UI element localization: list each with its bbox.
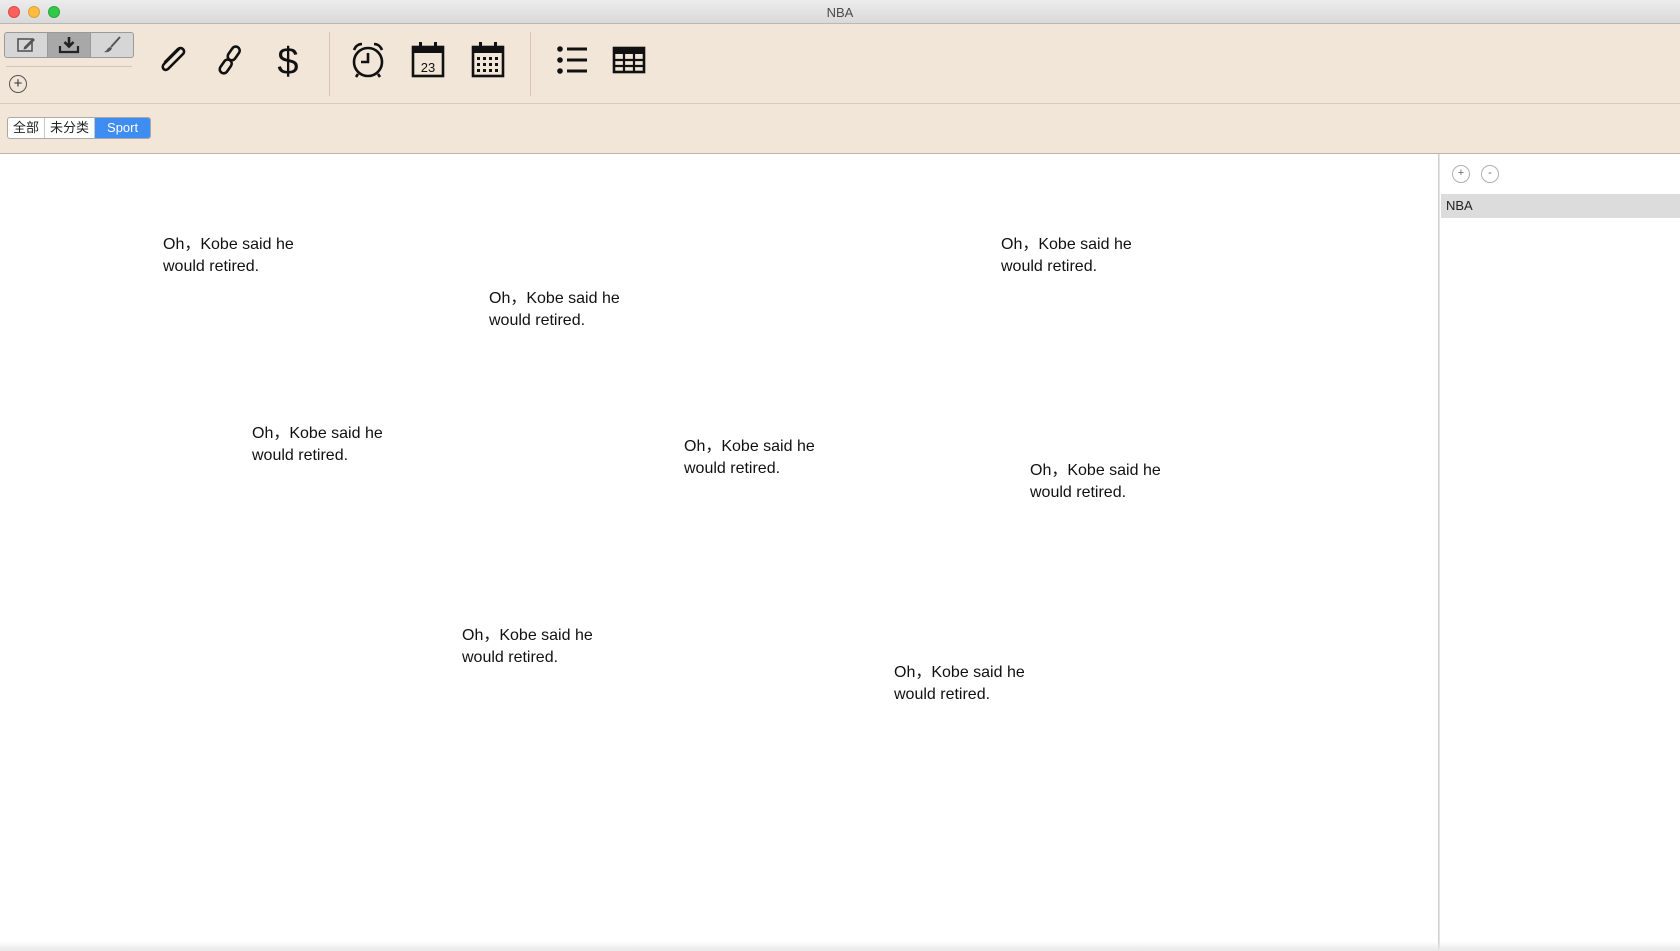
window-bottom-edge — [0, 941, 1680, 951]
note-text-line: Oh，Kobe said he — [163, 236, 294, 253]
note-text-line: Oh，Kobe said he — [684, 438, 815, 455]
window-title: NBA — [826, 5, 854, 20]
download-mode-button[interactable] — [48, 33, 91, 57]
alarm-clock-icon — [352, 42, 384, 78]
sticky-note[interactable]: Oh，Kobe said he would retired. — [1030, 460, 1200, 504]
tag-all[interactable]: 全部 — [8, 118, 46, 138]
insert-table-button[interactable] — [607, 38, 651, 82]
sticky-note[interactable]: Oh，Kobe said he would retired. — [684, 436, 854, 480]
table-icon — [612, 46, 646, 74]
note-text-line: Oh，Kobe said he — [1001, 236, 1132, 253]
brush-mode-button[interactable] — [91, 33, 133, 57]
insert-link-button[interactable] — [208, 38, 252, 82]
note-text-line: Oh，Kobe said he — [462, 627, 593, 644]
edit-icon — [17, 38, 35, 52]
dollar-icon: $ — [277, 41, 298, 80]
svg-text:$: $ — [277, 41, 298, 80]
note-text-line: would retired. — [489, 312, 586, 329]
set-reminder-button[interactable] — [346, 38, 390, 82]
note-text-line: would retired. — [894, 686, 991, 703]
calendar-month-icon — [471, 42, 505, 78]
sidebar-item-nba[interactable]: NBA — [1441, 194, 1680, 218]
note-text-line: would retired. — [462, 649, 559, 666]
tag-filter-bar: 全部 未分类 Sport — [0, 104, 1680, 154]
remove-notebook-button[interactable]: - — [1481, 165, 1499, 183]
note-text-line: Oh，Kobe said he — [894, 664, 1025, 681]
title-bar: NBA — [0, 0, 1680, 24]
download-icon — [58, 37, 80, 54]
toolbar-separator — [530, 32, 531, 96]
insert-price-button[interactable]: $ — [266, 38, 310, 82]
tag-segmented-control: 全部 未分类 Sport — [7, 117, 152, 139]
note-text-line: would retired. — [1030, 484, 1127, 501]
toolbar: + $ 23 — [0, 24, 1680, 104]
note-text-line: Oh，Kobe said he — [489, 290, 620, 307]
insert-calendar-button[interactable] — [466, 38, 510, 82]
attach-file-button[interactable] — [151, 38, 195, 82]
insert-date-button[interactable]: 23 — [406, 38, 450, 82]
list-icon — [557, 46, 587, 74]
note-text-line: would retired. — [252, 447, 349, 464]
brush-icon — [104, 36, 121, 53]
toolbar-separator — [329, 32, 330, 96]
sticky-note[interactable]: Oh，Kobe said he would retired. — [894, 662, 1064, 706]
sticky-note[interactable]: Oh，Kobe said he would retired. — [1001, 234, 1171, 278]
paperclip-icon — [161, 46, 186, 72]
add-notebook-button[interactable]: + — [1452, 165, 1470, 183]
sticky-note[interactable]: Oh，Kobe said he would retired. — [252, 423, 422, 467]
link-icon — [218, 45, 242, 75]
sticky-note[interactable]: Oh，Kobe said he would retired. — [489, 288, 659, 332]
note-text-line: Oh，Kobe said he — [1030, 462, 1161, 479]
note-text-line: would retired. — [1001, 258, 1098, 275]
note-text-line: would retired. — [163, 258, 260, 275]
add-note-button[interactable]: + — [9, 75, 27, 93]
calendar-day-number: 23 — [421, 60, 435, 75]
edit-mode-button[interactable] — [5, 33, 48, 57]
tag-uncategorized[interactable]: 未分类 — [45, 118, 96, 138]
note-canvas[interactable]: Oh，Kobe said he would retired. Oh，Kobe s… — [0, 154, 1439, 951]
note-text-line: Oh，Kobe said he — [252, 425, 383, 442]
sticky-note[interactable]: Oh，Kobe said he would retired. — [462, 625, 632, 669]
insert-list-button[interactable] — [550, 38, 594, 82]
sticky-note[interactable]: Oh，Kobe said he would retired. — [163, 234, 333, 278]
notebook-sidebar: + - NBA — [1439, 154, 1680, 951]
tag-sport[interactable]: Sport — [95, 118, 151, 138]
app-window: NBA + $ 23 全部 未分类 Sport Oh，Kobe said he … — [0, 0, 1680, 951]
note-text-line: would retired. — [684, 460, 781, 477]
calendar-day-icon: 23 — [411, 42, 445, 78]
mode-segmented-control — [4, 32, 134, 58]
toolbar-divider — [6, 66, 132, 67]
